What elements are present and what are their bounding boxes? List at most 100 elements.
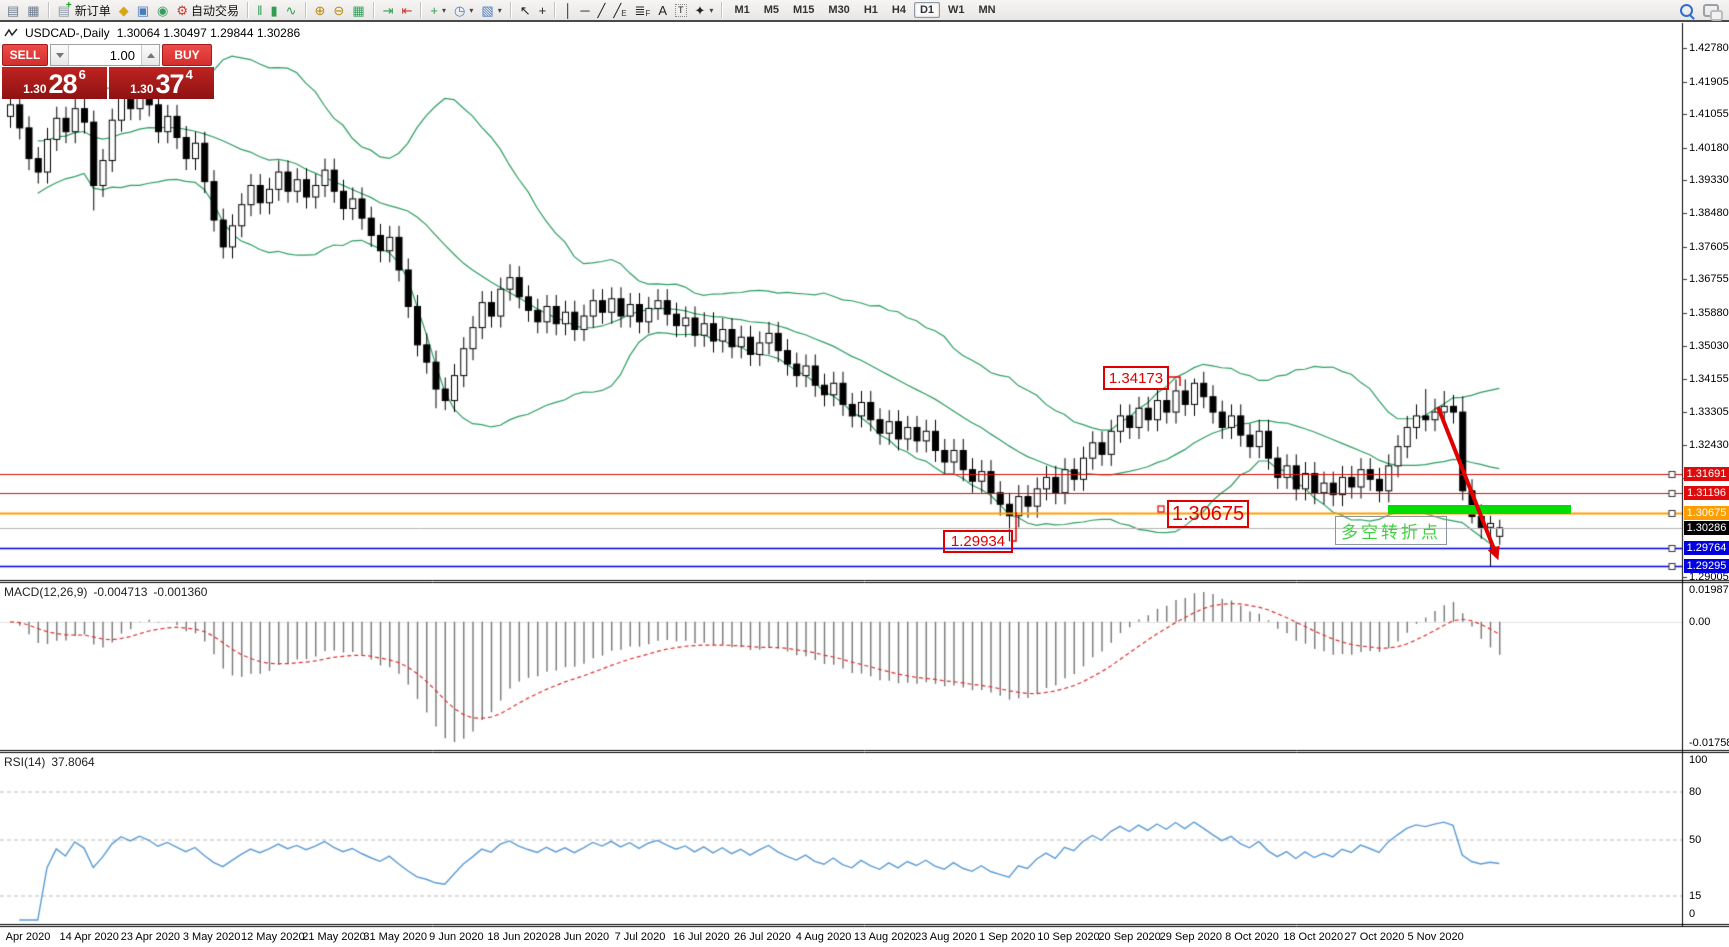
zoom-out-icon[interactable]: ⊖ — [329, 0, 348, 21]
tile-windows-icon[interactable]: ▦ — [348, 0, 368, 21]
chart-shift-icon[interactable]: ⇤ — [398, 0, 417, 21]
tile-windows-icon: ▦ — [352, 1, 364, 20]
date-tick: 20 Sep 2020 — [1098, 931, 1160, 943]
timeframe-mn[interactable]: MN — [973, 2, 1002, 18]
market-watch-icon[interactable]: ◆ — [115, 0, 133, 21]
rsi-tick: 100 — [1689, 754, 1707, 766]
price-tick: 1.42780 — [1689, 42, 1729, 54]
volume-box — [50, 44, 160, 66]
arrows-icon[interactable]: ✦▾ — [691, 0, 718, 21]
annotation-low-price[interactable]: 1.29934 — [943, 530, 1013, 553]
zoom-in-icon[interactable]: ⊕ — [311, 0, 330, 21]
search-icon[interactable] — [1680, 4, 1693, 17]
price-tick: 1.39330 — [1689, 174, 1729, 186]
one-click-trading-widget: SELL BUY 1.30 28 6 1.30 37 4 — [2, 44, 214, 99]
date-tick: 23 Aug 2020 — [915, 931, 977, 943]
charts-window-icon[interactable]: ▤ — [3, 0, 23, 21]
vertical-line-icon[interactable]: │ — [560, 0, 576, 21]
volume-up-button[interactable] — [141, 45, 159, 65]
fibonacci-icon[interactable]: ≣F — [631, 0, 655, 21]
timeframe-m5[interactable]: M5 — [758, 2, 785, 18]
date-tick: 31 May 2020 — [363, 931, 427, 943]
fibonacci-icon-letter: F — [645, 9, 650, 18]
text-label-icon[interactable]: T — [671, 0, 691, 21]
price-tick: 1.35880 — [1689, 307, 1729, 319]
date-tick: 12 May 2020 — [241, 931, 305, 943]
rsi-tick: 0 — [1689, 908, 1695, 920]
trendline-icon: ╱ — [598, 1, 606, 20]
channel-icon[interactable]: ╱E — [609, 0, 630, 21]
timeframe-m30[interactable]: M30 — [822, 2, 855, 18]
macd-label: MACD(12,26,9)-0.004713-0.001360 — [4, 585, 213, 599]
rsi-tick: 80 — [1689, 786, 1701, 798]
annotation-high-price[interactable]: 1.34173 — [1103, 366, 1169, 390]
auto-trading-button-icon: ⚙ — [176, 1, 188, 20]
horizontal-line-icon[interactable]: ─ — [576, 0, 593, 21]
timeframe-d1[interactable]: D1 — [914, 2, 940, 18]
new-order-button[interactable]: ▤+新订单 — [54, 0, 115, 21]
timeframe-h1[interactable]: H1 — [858, 2, 884, 18]
macd-axis-min: -0.017582 — [1689, 737, 1729, 749]
channel-icon-letter: E — [621, 9, 626, 18]
volume-input[interactable] — [69, 45, 141, 65]
resistance-line-2-badge: 1.31196 — [1684, 486, 1729, 500]
timeframe-m1[interactable]: M1 — [728, 2, 755, 18]
toolbar-separator — [247, 2, 249, 18]
data-window-icon: ▣ — [137, 1, 149, 20]
toolbar-separator — [48, 2, 50, 18]
trendline-icon[interactable]: ╱ — [594, 0, 610, 21]
rsi-tick: 15 — [1689, 890, 1701, 902]
buy-button[interactable]: BUY — [162, 44, 212, 66]
trade-prices-row: 1.30 28 6 1.30 37 4 — [2, 67, 214, 99]
data-window-icon[interactable]: ▣ — [133, 0, 153, 21]
toolbar-separator — [420, 2, 422, 18]
bar-chart-icon[interactable]: ‖ — [253, 0, 266, 21]
line-chart-icon[interactable]: ∿ — [282, 0, 301, 21]
timeframe-w1[interactable]: W1 — [942, 2, 971, 18]
sell-button[interactable]: SELL — [2, 44, 48, 66]
vertical-line-icon: │ — [564, 1, 572, 20]
crosshair-icon: + — [539, 1, 547, 20]
crosshair-icon[interactable]: + — [535, 0, 551, 21]
horizontal-line-icon: ─ — [580, 1, 589, 20]
chart-symbol-icon — [4, 27, 18, 39]
fibonacci-icon: ≣ — [635, 1, 646, 20]
macd-signal-value: -0.001360 — [153, 585, 207, 599]
price-tick: 1.35030 — [1689, 340, 1729, 352]
ohlc-values: 1.30064 1.30497 1.29844 1.30286 — [117, 26, 301, 40]
toolbar-separator — [510, 2, 512, 18]
chart-profile-icon[interactable]: ▦ — [23, 0, 43, 21]
sell-price-display[interactable]: 1.30 28 6 — [2, 67, 107, 99]
indicators-icon[interactable]: +▾ — [426, 0, 450, 21]
sell-price-big: 28 — [49, 71, 77, 97]
volume-down-button[interactable] — [51, 45, 69, 65]
date-tick: 28 Jun 2020 — [549, 931, 610, 943]
price-tick: 1.33305 — [1689, 406, 1729, 418]
auto-scroll-icon[interactable]: ⇥ — [379, 0, 398, 21]
templates-icon[interactable]: ▧▾ — [477, 0, 505, 21]
pivot-line-orange-badge: 1.30675 — [1684, 506, 1729, 520]
bar-chart-icon: ‖ — [257, 1, 262, 20]
date-tick: 14 Apr 2020 — [60, 931, 119, 943]
toolbar-separator — [554, 2, 556, 18]
annotation-pivot-price[interactable]: 1.30675 — [1167, 500, 1249, 528]
signal-icon[interactable]: ◉ — [153, 0, 172, 21]
rsi-value: 37.8064 — [51, 755, 94, 769]
buy-price-main: 1.30 — [130, 81, 153, 97]
rsi-label: RSI(14)37.8064 — [4, 755, 101, 769]
cursor-icon[interactable]: ↖ — [516, 0, 535, 21]
timeframe-m15[interactable]: M15 — [787, 2, 820, 18]
auto-trading-button[interactable]: ⚙自动交易 — [172, 0, 243, 21]
candlestick-icon[interactable]: ▮ — [266, 0, 281, 21]
sell-price-main: 1.30 — [23, 81, 46, 97]
chevron-down-icon: ▾ — [498, 6, 502, 15]
periods-icon[interactable]: ◷▾ — [450, 0, 477, 21]
timeframe-h4[interactable]: H4 — [886, 2, 912, 18]
buy-price-display[interactable]: 1.30 37 4 — [109, 67, 214, 99]
text-icon[interactable]: A — [654, 0, 671, 21]
macd-axis-zero: 0.00 — [1689, 616, 1710, 628]
date-tick: Apr 2020 — [6, 931, 51, 943]
down-trend-arrow[interactable] — [1428, 399, 1508, 571]
price-tick: 1.41905 — [1689, 76, 1729, 88]
chat-icon[interactable] — [1703, 4, 1719, 17]
